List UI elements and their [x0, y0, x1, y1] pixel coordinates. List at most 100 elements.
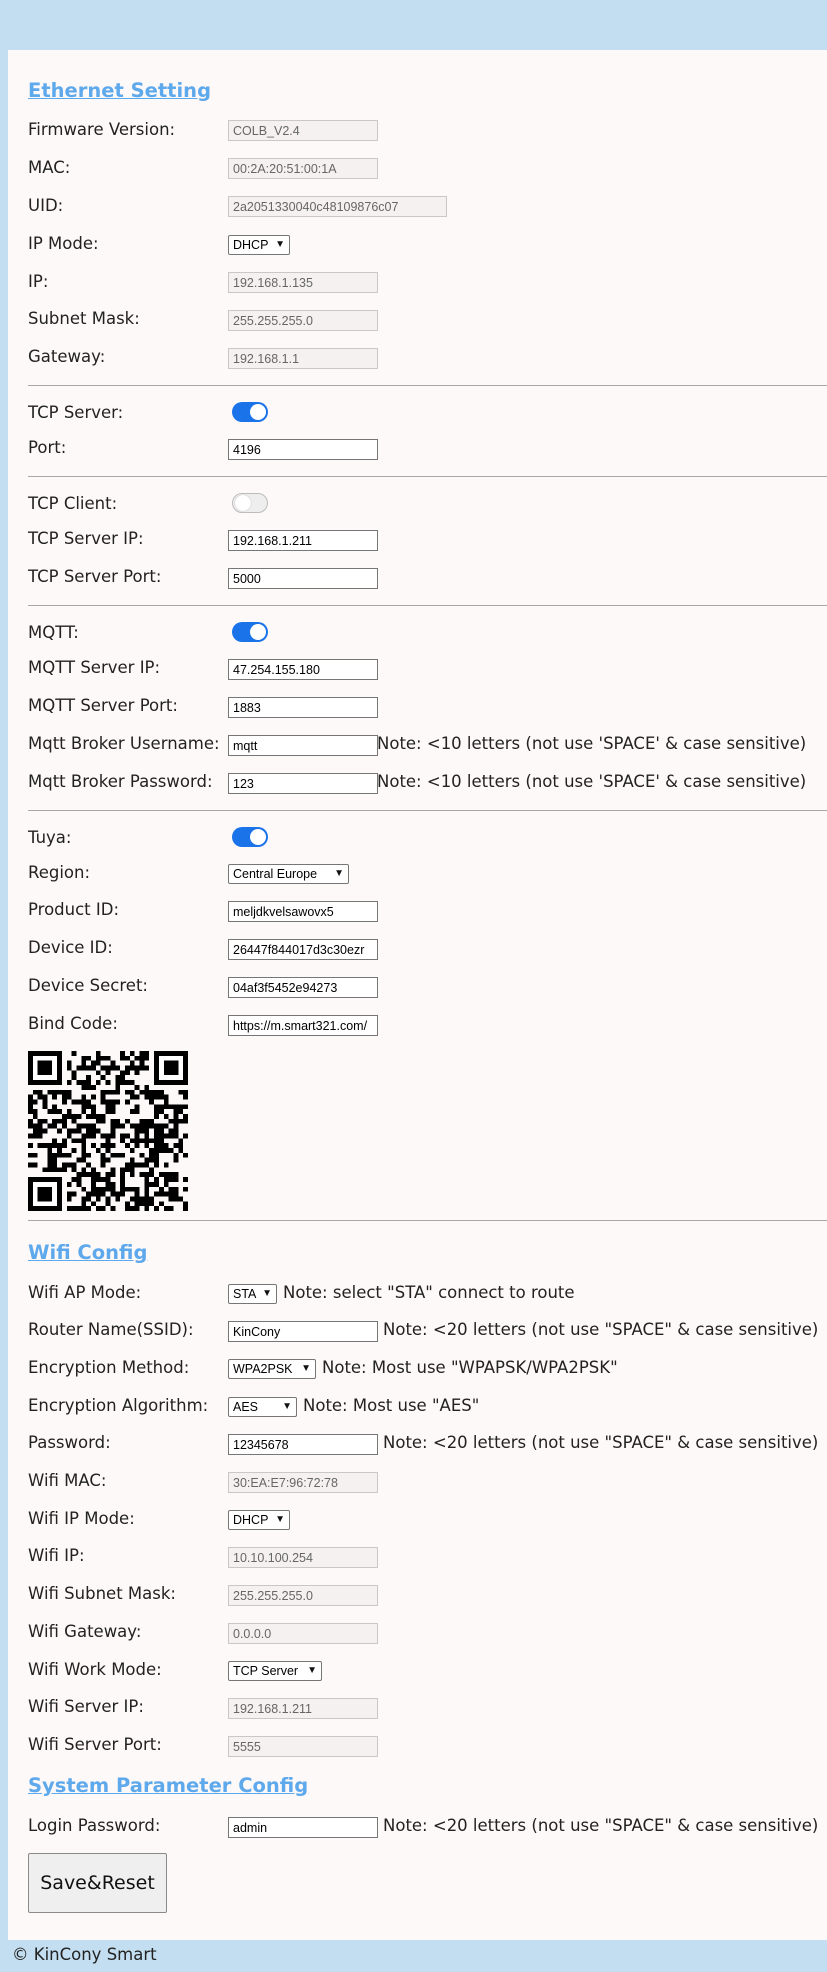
chevron-down-icon: ▼: [301, 1363, 311, 1374]
region-value: Central Europe: [233, 867, 318, 881]
chevron-down-icon: ▼: [262, 1288, 272, 1299]
wifi-server-ip-label: Wifi Server IP:: [28, 1697, 144, 1716]
divider: [28, 810, 827, 811]
ip-field[interactable]: [228, 272, 378, 293]
tcp-client-toggle[interactable]: [232, 493, 268, 513]
port-label: Port:: [28, 438, 67, 457]
wifi-mac-label: Wifi MAC:: [28, 1471, 107, 1490]
subnet-mask-label: Subnet Mask:: [28, 309, 140, 328]
wifi-ip-mode-label: Wifi IP Mode:: [28, 1509, 135, 1528]
gateway-field[interactable]: [228, 348, 378, 369]
toggle-knob: [250, 829, 266, 845]
system-config-header: System Parameter Config: [28, 1774, 309, 1797]
gateway-label: Gateway:: [28, 347, 106, 366]
wifi-server-port-field[interactable]: [228, 1736, 378, 1757]
chevron-down-icon: ▼: [282, 1401, 292, 1412]
mqtt-server-port-label: MQTT Server Port:: [28, 696, 178, 715]
encryption-method-value: WPA2PSK: [233, 1362, 293, 1376]
wifi-gateway-label: Wifi Gateway:: [28, 1622, 142, 1641]
tcp-server-port-field[interactable]: [228, 568, 378, 589]
footer-copyright: © KinCony Smart: [12, 1945, 157, 1964]
wifi-password-field[interactable]: [228, 1434, 378, 1455]
firmware-version-field[interactable]: [228, 120, 378, 141]
port-field[interactable]: [228, 439, 378, 460]
wifi-ip-mode-select[interactable]: DHCP ▼: [228, 1510, 290, 1530]
wifi-ap-mode-note: Note: select "STA" connect to route: [283, 1283, 575, 1302]
encryption-algorithm-select[interactable]: AES ▼: [228, 1397, 297, 1417]
wifi-password-label: Password:: [28, 1433, 111, 1452]
wifi-gateway-field[interactable]: [228, 1623, 378, 1644]
mqtt-password-field[interactable]: [228, 773, 378, 794]
bind-code-qr-icon: [28, 1051, 188, 1211]
encryption-algorithm-label: Encryption Algorithm:: [28, 1396, 209, 1415]
tuya-label: Tuya:: [28, 828, 72, 847]
login-password-note: Note: <20 letters (not use "SPACE" & cas…: [383, 1816, 819, 1835]
wifi-subnet-mask-label: Wifi Subnet Mask:: [28, 1584, 176, 1603]
mqtt-server-port-field[interactable]: [228, 697, 378, 718]
mqtt-server-ip-field[interactable]: [228, 659, 378, 680]
mqtt-username-field[interactable]: [228, 735, 378, 756]
ip-mode-label: IP Mode:: [28, 234, 99, 253]
mqtt-server-ip-label: MQTT Server IP:: [28, 658, 161, 677]
ssid-field[interactable]: [228, 1321, 378, 1342]
wifi-ip-label: Wifi IP:: [28, 1546, 85, 1565]
toggle-knob: [235, 495, 251, 511]
tcp-server-toggle[interactable]: [232, 402, 268, 422]
wifi-password-note: Note: <20 letters (not use "SPACE" & cas…: [383, 1433, 819, 1452]
ethernet-setting-header: Ethernet Setting: [28, 79, 212, 102]
wifi-ap-mode-select[interactable]: STA ▼: [228, 1284, 277, 1304]
tcp-server-label: TCP Server:: [28, 403, 124, 422]
wifi-mac-field[interactable]: [228, 1472, 378, 1493]
subnet-mask-field[interactable]: [228, 310, 378, 331]
wifi-subnet-mask-field[interactable]: [228, 1585, 378, 1606]
wifi-work-mode-label: Wifi Work Mode:: [28, 1660, 162, 1679]
ip-label: IP:: [28, 272, 49, 291]
mqtt-toggle[interactable]: [232, 622, 268, 642]
uid-label: UID:: [28, 196, 64, 215]
wifi-ap-mode-label: Wifi AP Mode:: [28, 1283, 142, 1302]
footer: © KinCony Smart: [0, 1940, 827, 1972]
divider: [28, 605, 827, 606]
mac-field[interactable]: [228, 158, 378, 179]
tcp-server-ip-label: TCP Server IP:: [28, 529, 144, 548]
ssid-label: Router Name(SSID):: [28, 1320, 194, 1339]
mqtt-username-label: Mqtt Broker Username:: [28, 734, 220, 753]
bind-code-label: Bind Code:: [28, 1014, 118, 1033]
wifi-config-header: Wifi Config: [28, 1241, 148, 1264]
login-password-field[interactable]: [228, 1817, 378, 1838]
device-id-field[interactable]: [228, 939, 378, 960]
region-select[interactable]: Central Europe ▼: [228, 864, 349, 884]
divider: [28, 1220, 827, 1221]
chevron-down-icon: ▼: [307, 1665, 317, 1676]
wifi-work-mode-select[interactable]: TCP Server ▼: [228, 1661, 322, 1681]
chevron-down-icon: ▼: [275, 1514, 285, 1525]
product-id-label: Product ID:: [28, 900, 120, 919]
bind-code-field[interactable]: [228, 1015, 378, 1036]
mqtt-label: MQTT:: [28, 623, 79, 642]
toggle-knob: [250, 624, 266, 640]
mqtt-username-note: Note: <10 letters (not use 'SPACE' & cas…: [377, 734, 807, 753]
tuya-toggle[interactable]: [232, 827, 268, 847]
device-secret-field[interactable]: [228, 977, 378, 998]
ip-mode-select[interactable]: DHCP ▼: [228, 235, 290, 255]
wifi-ip-mode-value: DHCP: [233, 1513, 269, 1527]
uid-field[interactable]: [228, 196, 447, 217]
wifi-server-ip-field[interactable]: [228, 1698, 378, 1719]
firmware-version-label: Firmware Version:: [28, 120, 176, 139]
wifi-server-port-label: Wifi Server Port:: [28, 1735, 162, 1754]
chevron-down-icon: ▼: [275, 239, 285, 250]
mac-label: MAC:: [28, 158, 71, 177]
ssid-note: Note: <20 letters (not use "SPACE" & cas…: [383, 1320, 819, 1339]
save-reset-button[interactable]: Save&Reset: [28, 1853, 167, 1913]
divider: [28, 385, 827, 386]
encryption-algorithm-value: AES: [233, 1400, 259, 1414]
product-id-field[interactable]: [228, 901, 378, 922]
wifi-work-mode-value: TCP Server: [233, 1664, 299, 1678]
toggle-knob: [250, 404, 266, 420]
login-password-label: Login Password:: [28, 1816, 161, 1835]
wifi-ip-field[interactable]: [228, 1547, 378, 1568]
encryption-method-select[interactable]: WPA2PSK ▼: [228, 1359, 316, 1379]
tcp-server-port-label: TCP Server Port:: [28, 567, 162, 586]
device-id-label: Device ID:: [28, 938, 113, 957]
tcp-server-ip-field[interactable]: [228, 530, 378, 551]
